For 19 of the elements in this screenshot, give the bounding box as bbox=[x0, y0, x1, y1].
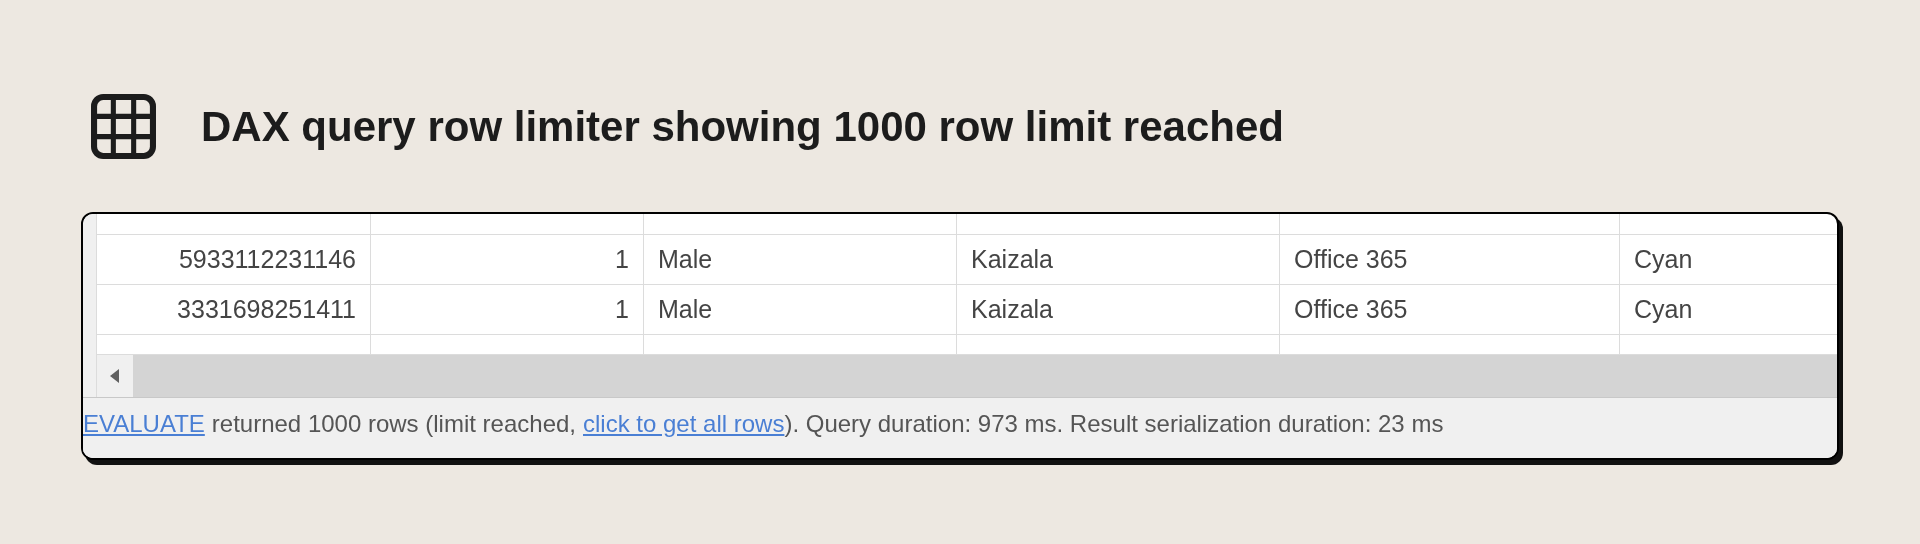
page-title: DAX query row limiter showing 1000 row limit reached bbox=[201, 101, 1284, 152]
status-text: returned 1000 rows (limit reached, bbox=[211, 409, 576, 439]
table-cell: Office 365 bbox=[1280, 285, 1620, 334]
table-cell: 1 bbox=[371, 235, 644, 284]
table-cell: 5933112231146 bbox=[97, 235, 371, 284]
status-text: ). Query duration: 973 ms. Result serialization duration: 23 ms bbox=[784, 409, 1444, 439]
table-icon bbox=[91, 93, 156, 159]
table-cell: Male bbox=[644, 285, 957, 334]
evaluate-link[interactable]: EVALUATE bbox=[83, 406, 205, 442]
table-cell: Kaizala bbox=[957, 285, 1280, 334]
table-cell: Cyan bbox=[1620, 235, 1837, 284]
table-cell: 3331698251411 bbox=[97, 285, 371, 334]
table-cell: Cyan bbox=[1620, 285, 1837, 334]
table-cell: Male bbox=[644, 235, 957, 284]
table-cell: Office 365 bbox=[1280, 235, 1620, 284]
horizontal-scrollbar[interactable] bbox=[97, 355, 1837, 397]
table-cell: 1 bbox=[371, 285, 644, 334]
table-cell: Kaizala bbox=[957, 235, 1280, 284]
scroll-left-icon[interactable] bbox=[110, 369, 120, 383]
